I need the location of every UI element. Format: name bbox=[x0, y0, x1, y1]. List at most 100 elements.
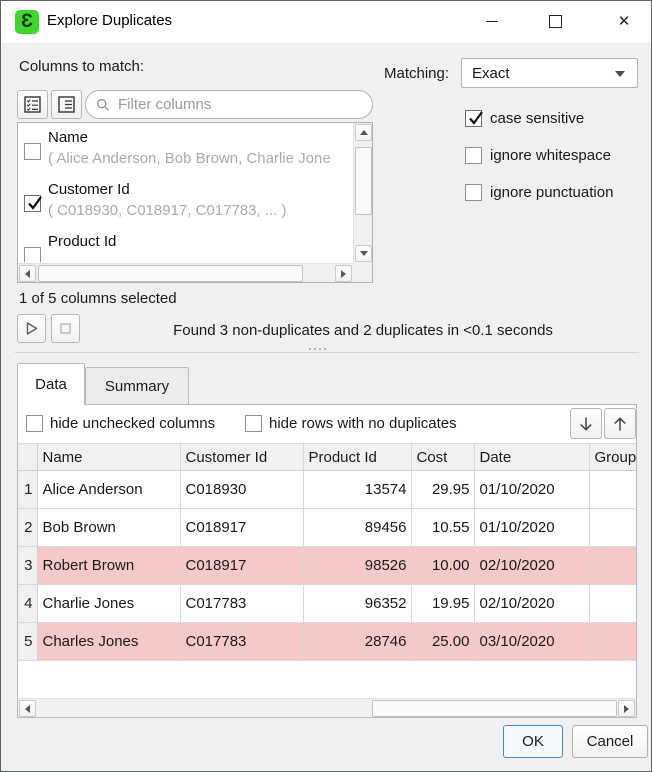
scrollbar-corner bbox=[353, 263, 372, 282]
table-cell[interactable]: 01/10/2020 bbox=[474, 509, 589, 547]
table-cell[interactable]: 25.00 bbox=[411, 623, 474, 661]
table-cell[interactable] bbox=[589, 471, 636, 509]
table-header-cell[interactable]: Name bbox=[37, 444, 180, 471]
table-cell[interactable]: Charles Jones bbox=[37, 623, 180, 661]
tab-data[interactable]: Data bbox=[17, 363, 85, 405]
scroll-down-button[interactable] bbox=[355, 245, 372, 262]
scroll-right-button[interactable] bbox=[335, 265, 352, 282]
table-cell[interactable]: 98526 bbox=[303, 547, 411, 585]
table-cell[interactable]: C018930 bbox=[180, 471, 303, 509]
splitter[interactable] bbox=[15, 352, 639, 353]
match-option[interactable]: ignore punctuation bbox=[465, 184, 613, 201]
columns-list: Name( Alice Anderson, Bob Brown, Charlie… bbox=[17, 122, 373, 283]
stop-button[interactable] bbox=[51, 314, 80, 343]
tab-summary[interactable]: Summary bbox=[85, 367, 189, 404]
match-option-checkbox[interactable] bbox=[465, 110, 482, 127]
table-cell[interactable]: Alice Anderson bbox=[37, 471, 180, 509]
maximize-button[interactable] bbox=[532, 1, 578, 42]
column-checkbox[interactable] bbox=[24, 143, 41, 160]
match-option-checkbox[interactable] bbox=[465, 147, 482, 164]
uncheck-all-button[interactable] bbox=[51, 90, 82, 119]
window-title: Explore Duplicates bbox=[47, 12, 172, 29]
columns-to-match-label: Columns to match: bbox=[19, 58, 144, 75]
column-checkbox[interactable] bbox=[24, 247, 41, 262]
table-cell[interactable]: Charlie Jones bbox=[37, 585, 180, 623]
table-cell[interactable]: 01/10/2020 bbox=[474, 471, 589, 509]
column-item[interactable]: Name( Alice Anderson, Bob Brown, Charlie… bbox=[19, 129, 352, 179]
close-button[interactable]: ✕ bbox=[601, 1, 647, 42]
up-arrow-icon bbox=[611, 415, 629, 433]
table-cell[interactable]: 89456 bbox=[303, 509, 411, 547]
table-scroll-left-button[interactable] bbox=[19, 700, 36, 717]
hide-no-duplicates-checkbox[interactable] bbox=[245, 415, 262, 432]
hide-unchecked-columns-option[interactable]: hide unchecked columns bbox=[26, 415, 215, 432]
table-header-cell[interactable]: Cost bbox=[411, 444, 474, 471]
down-arrow-icon bbox=[360, 251, 368, 256]
table-cell[interactable]: Bob Brown bbox=[37, 509, 180, 547]
filter-columns-input[interactable] bbox=[116, 95, 362, 114]
table-cell[interactable]: 13574 bbox=[303, 471, 411, 509]
column-checkbox[interactable] bbox=[24, 195, 41, 212]
table-header-cell[interactable]: Customer Id bbox=[180, 444, 303, 471]
table-row[interactable]: 1Alice AndersonC0189301357429.9501/10/20… bbox=[18, 471, 636, 509]
table-scrollbar-thumb[interactable] bbox=[372, 700, 617, 717]
column-item[interactable]: Customer Id( C018930, C018917, C017783, … bbox=[19, 181, 352, 231]
table-row[interactable]: 2Bob BrownC0189178945610.5501/10/2020 bbox=[18, 509, 636, 547]
check-all-button[interactable] bbox=[17, 90, 48, 119]
table-scroll-right-button[interactable] bbox=[618, 700, 635, 717]
table-cell[interactable]: C017783 bbox=[180, 623, 303, 661]
up-arrow-icon bbox=[360, 130, 368, 135]
hide-no-duplicates-option[interactable]: hide rows with no duplicates bbox=[245, 415, 457, 432]
table-row[interactable]: 3Robert BrownC0189179852610.0002/10/2020 bbox=[18, 547, 636, 585]
table-cell[interactable] bbox=[589, 547, 636, 585]
table-cell[interactable]: 02/10/2020 bbox=[474, 547, 589, 585]
filter-columns-box[interactable] bbox=[85, 90, 373, 119]
match-option[interactable]: ignore whitespace bbox=[465, 147, 611, 164]
table-cell[interactable]: 10.55 bbox=[411, 509, 474, 547]
table-row[interactable]: 4Charlie JonesC0177839635219.9502/10/202… bbox=[18, 585, 636, 623]
table-cell[interactable]: 10.00 bbox=[411, 547, 474, 585]
row-number-cell: 4 bbox=[18, 585, 37, 623]
column-name: Product Id bbox=[48, 233, 116, 250]
scroll-up-button[interactable] bbox=[355, 124, 372, 141]
table-header-cell[interactable]: Date bbox=[474, 444, 589, 471]
table-cell[interactable] bbox=[589, 623, 636, 661]
horizontal-scrollbar-thumb[interactable] bbox=[38, 265, 303, 282]
table-header-cell[interactable]: Group bbox=[589, 444, 636, 471]
match-option[interactable]: case sensitive bbox=[465, 110, 584, 127]
vertical-scrollbar[interactable] bbox=[353, 123, 372, 263]
run-button[interactable] bbox=[17, 314, 46, 343]
close-icon: ✕ bbox=[618, 14, 631, 29]
vertical-scrollbar-thumb[interactable] bbox=[355, 147, 372, 215]
app-logo-icon: Ɛ bbox=[15, 10, 39, 34]
table-cell[interactable]: 19.95 bbox=[411, 585, 474, 623]
table-cell[interactable]: 28746 bbox=[303, 623, 411, 661]
matching-selected-value: Exact bbox=[472, 65, 510, 82]
move-up-button[interactable] bbox=[604, 408, 636, 439]
scroll-left-button[interactable] bbox=[19, 265, 36, 282]
table-cell[interactable]: 02/10/2020 bbox=[474, 585, 589, 623]
table-cell[interactable]: C018917 bbox=[180, 509, 303, 547]
table-cell[interactable] bbox=[589, 509, 636, 547]
table-cell[interactable]: 03/10/2020 bbox=[474, 623, 589, 661]
table-cell[interactable]: Robert Brown bbox=[37, 547, 180, 585]
table-cell[interactable]: C018917 bbox=[180, 547, 303, 585]
table-cell[interactable]: C017783 bbox=[180, 585, 303, 623]
table-row[interactable]: 5Charles JonesC0177832874625.0003/10/202… bbox=[18, 623, 636, 661]
table-cell[interactable]: 96352 bbox=[303, 585, 411, 623]
hide-unchecked-columns-checkbox[interactable] bbox=[26, 415, 43, 432]
cancel-button[interactable]: Cancel bbox=[572, 725, 648, 758]
column-item[interactable]: Product Id bbox=[19, 233, 352, 262]
matching-dropdown[interactable]: Exact bbox=[461, 58, 638, 88]
table-cell[interactable]: 29.95 bbox=[411, 471, 474, 509]
table-horizontal-scrollbar[interactable] bbox=[18, 698, 636, 717]
table-header-cell[interactable]: Product Id bbox=[303, 444, 411, 471]
minimize-button[interactable] bbox=[469, 1, 515, 42]
stop-icon bbox=[57, 320, 74, 337]
match-option-checkbox[interactable] bbox=[465, 184, 482, 201]
splitter-handle[interactable] bbox=[309, 348, 326, 350]
table-cell[interactable] bbox=[589, 585, 636, 623]
move-down-button[interactable] bbox=[570, 408, 602, 439]
ok-button[interactable]: OK bbox=[503, 725, 563, 758]
horizontal-scrollbar[interactable] bbox=[18, 263, 353, 282]
